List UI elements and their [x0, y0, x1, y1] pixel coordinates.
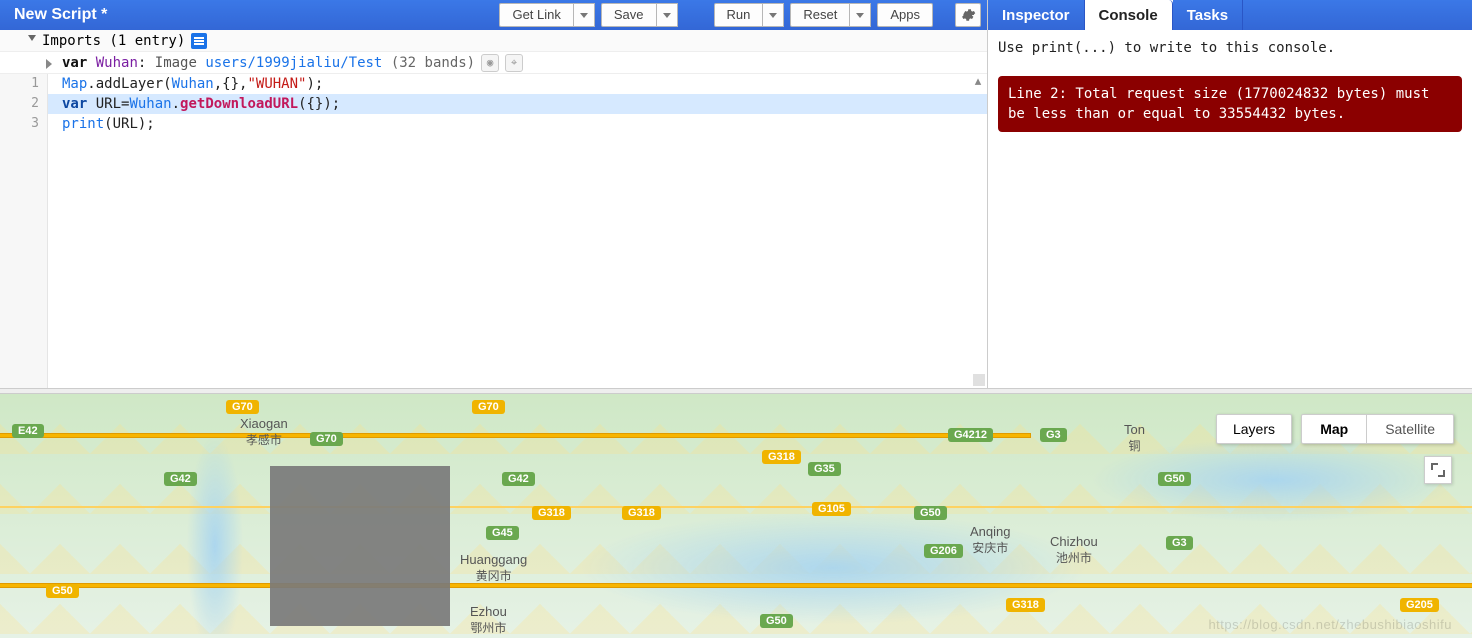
code-line-1[interactable]: Map.addLayer(Wuhan,{},"WUHAN");: [48, 74, 987, 94]
road-shield: G318: [622, 506, 661, 520]
get-link-caret[interactable]: [574, 3, 595, 27]
editor-toolbar: Get Link Save Run Reset Apps: [499, 3, 981, 27]
settings-button[interactable]: [955, 3, 981, 27]
road-shield: G318: [1006, 598, 1045, 612]
console-body: Use print(...) to write to this console.…: [988, 30, 1472, 388]
imports-label: Imports (1 entry): [42, 33, 185, 49]
import-keyword: var: [62, 55, 87, 71]
road-shield: G318: [762, 450, 801, 464]
script-title: New Script *: [6, 6, 115, 24]
import-path: users/1999jialiu/Test: [205, 55, 382, 71]
road-shield: G50: [46, 584, 79, 598]
road-shield: G50: [1158, 472, 1191, 486]
import-var: Wuhan: [96, 55, 138, 71]
road-shield: G50: [914, 506, 947, 520]
road-shield: G3: [1040, 428, 1067, 442]
console-hint: Use print(...) to write to this console.: [998, 40, 1462, 56]
road-shield: G42: [164, 472, 197, 486]
road-shield: E42: [12, 424, 44, 438]
layer-overlay: [270, 466, 450, 626]
console-error: Line 2: Total request size (1770024832 b…: [998, 76, 1462, 132]
run-caret[interactable]: [763, 3, 784, 27]
save-caret[interactable]: [657, 3, 678, 27]
save-button[interactable]: Save: [601, 3, 657, 27]
chevron-down-icon: [856, 13, 864, 18]
document-icon[interactable]: [191, 33, 207, 49]
road-shield: G70: [310, 432, 343, 446]
road-shield: G4212: [948, 428, 993, 442]
city-label: Chizhou池州市: [1050, 534, 1098, 566]
chevron-down-icon: [663, 13, 671, 18]
road-shield: G318: [532, 506, 571, 520]
city-label: Ezhou鄂州市: [470, 604, 507, 636]
run-button[interactable]: Run: [714, 3, 764, 27]
city-label: Huanggang黄冈市: [460, 552, 527, 584]
road-shield: G45: [486, 526, 519, 540]
line-gutter: 1 2 3: [0, 74, 48, 388]
locate-icon[interactable]: ⌖: [505, 54, 523, 72]
code-line-3[interactable]: print(URL);: [48, 114, 987, 134]
road-shield: G70: [226, 400, 259, 414]
code-lines[interactable]: Map.addLayer(Wuhan,{},"WUHAN"); var URL=…: [48, 74, 987, 134]
code-editor[interactable]: 1 2 3 Map.addLayer(Wuhan,{},"WUHAN"); va…: [0, 74, 987, 388]
fullscreen-icon: [1431, 463, 1445, 477]
chevron-right-icon: [46, 59, 52, 69]
road-shield: G70: [472, 400, 505, 414]
map-view-toggle: Map Satellite: [1301, 414, 1454, 444]
console-panel: Inspector Console Tasks Use print(...) t…: [988, 0, 1472, 388]
fullscreen-button[interactable]: [1424, 456, 1452, 484]
tab-tasks[interactable]: Tasks: [1173, 0, 1243, 30]
editor-header: New Script * Get Link Save Run Reset: [0, 0, 987, 30]
gear-icon: [960, 7, 976, 23]
road-shield: G42: [502, 472, 535, 486]
editor-panel: New Script * Get Link Save Run Reset: [0, 0, 988, 388]
console-tabs: Inspector Console Tasks: [988, 0, 1472, 30]
import-entry[interactable]: var Wuhan : Image users/1999jialiu/Test …: [0, 52, 987, 74]
road-shield: G205: [1400, 598, 1439, 612]
road-shield: G105: [812, 502, 851, 516]
city-label: Xiaogan孝感市: [240, 416, 288, 448]
scrollbar-corner: [973, 374, 985, 386]
tab-inspector[interactable]: Inspector: [988, 0, 1085, 30]
map-canvas[interactable]: E42 G42 G70 G70 G70 G42 G318 G318 G318 G…: [0, 394, 1472, 638]
river-graphic: [0, 414, 1472, 634]
road-shield: G35: [808, 462, 841, 476]
import-type: Image: [155, 55, 197, 71]
map-view-satellite[interactable]: Satellite: [1366, 415, 1453, 443]
imports-header[interactable]: Imports (1 entry): [0, 30, 987, 52]
road-shield: G206: [924, 544, 963, 558]
chevron-down-icon: [769, 13, 777, 18]
layers-button[interactable]: Layers: [1216, 414, 1292, 444]
visibility-icon[interactable]: ◉: [481, 54, 499, 72]
get-link-button[interactable]: Get Link: [499, 3, 573, 27]
chevron-down-icon: [580, 13, 588, 18]
editor-body: Imports (1 entry) var Wuhan : Image user…: [0, 30, 987, 388]
top-panels: New Script * Get Link Save Run Reset: [0, 0, 1472, 388]
chevron-down-icon: [28, 35, 36, 41]
watermark: https://blog.csdn.net/zhebushibiaoshifu: [1208, 617, 1452, 632]
city-label: Ton铜: [1124, 422, 1145, 454]
import-note: (32 bands): [391, 55, 475, 71]
scroll-up-icon[interactable]: ▴: [971, 74, 985, 88]
apps-button[interactable]: Apps: [877, 3, 933, 27]
city-label: Anqing安庆市: [970, 524, 1010, 556]
code-line-2[interactable]: var URL=Wuhan.getDownloadURL({});: [48, 94, 987, 114]
tab-console[interactable]: Console: [1085, 0, 1173, 30]
road-shield: G3: [1166, 536, 1193, 550]
road-shield: G50: [760, 614, 793, 628]
reset-button[interactable]: Reset: [790, 3, 850, 27]
reset-caret[interactable]: [850, 3, 871, 27]
map-view-map[interactable]: Map: [1302, 415, 1366, 443]
